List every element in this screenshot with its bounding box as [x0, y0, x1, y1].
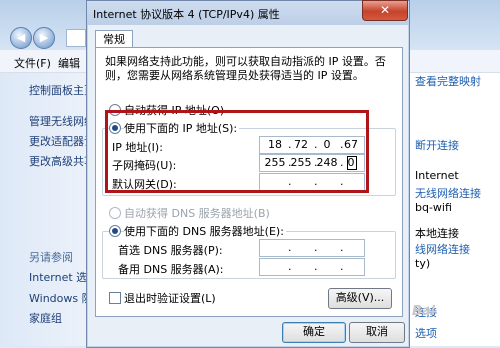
alternate-dns-field[interactable]: . . .	[259, 258, 365, 276]
auto-dns-label: 自动获得 DNS 服务器地址(B)	[124, 207, 270, 220]
dns-dot: .	[288, 241, 292, 254]
see-also-windows-firewall[interactable]: Windows 防	[29, 290, 93, 306]
address-bar-icon[interactable]	[66, 29, 86, 47]
dialog-titlebar: Internet 协议版本 4 (TCP/IPv4) 属性	[87, 1, 409, 25]
manual-dns-radio[interactable]	[109, 225, 121, 237]
access-type-value-2: 本地连接	[415, 227, 459, 240]
forward-button[interactable]: ▶	[33, 27, 55, 49]
sidebar: 控制面板主页 管理无线网络 更改适配器设 更改高级共享 另请参阅 Interne…	[0, 73, 100, 346]
link-full-map[interactable]: 查看完整映射	[415, 73, 481, 89]
watermark-logo: Bai	[412, 304, 436, 319]
alternate-dns-label: 备用 DNS 服务器(A):	[118, 263, 224, 276]
link-options[interactable]: 选项	[415, 325, 437, 341]
dns-dot: .	[288, 260, 292, 273]
advanced-button[interactable]: 高级(V)...	[328, 288, 392, 309]
see-also-heading: 另请参阅	[29, 251, 73, 264]
dns-dot: .	[340, 241, 344, 254]
link-wireless-connection[interactable]: 无线网络连接	[415, 185, 481, 201]
dns-dot: .	[340, 260, 344, 273]
validate-checkbox[interactable]	[109, 292, 121, 304]
preferred-dns-label: 首选 DNS 服务器(P):	[118, 244, 223, 257]
dns-dot: .	[314, 241, 318, 254]
see-also-homegroup[interactable]: 家庭组	[29, 310, 62, 326]
wifi-name: bq-wifi	[415, 201, 452, 214]
back-arrow-icon: ◀	[16, 31, 26, 44]
highlight-box	[105, 110, 369, 193]
manual-dns-label: 使用下面的 DNS 服务器地址(E):	[124, 223, 286, 239]
forward-arrow-icon: ▶	[39, 31, 49, 44]
dns-dot: .	[314, 260, 318, 273]
menu-edit[interactable]: 编辑	[58, 55, 80, 71]
validate-label: 退出时验证设置(L)	[124, 292, 216, 305]
ok-button[interactable]: 确定	[282, 322, 346, 343]
preferred-dns-field[interactable]: . . .	[259, 239, 365, 257]
back-button[interactable]: ◀	[10, 27, 32, 49]
cancel-button[interactable]: 取消	[349, 322, 405, 343]
auto-dns-radio[interactable]	[109, 207, 121, 219]
close-button[interactable]: ✕	[362, 0, 408, 21]
menu-file[interactable]: 文件(F)	[14, 55, 51, 71]
close-icon: ✕	[379, 3, 391, 17]
link-disconnect[interactable]: 断开连接	[415, 137, 459, 153]
access-type-value: Internet	[415, 169, 459, 182]
security-value: ty)	[415, 257, 431, 270]
dialog-title: Internet 协议版本 4 (TCP/IPv4) 属性	[93, 8, 280, 21]
link-wireless-connection-2[interactable]: 线网络连接	[415, 241, 470, 257]
description-text: 如果网络支持此功能，则可以获取自动指派的 IP 设置。否则，您需要从网络系统管理…	[105, 55, 386, 82]
